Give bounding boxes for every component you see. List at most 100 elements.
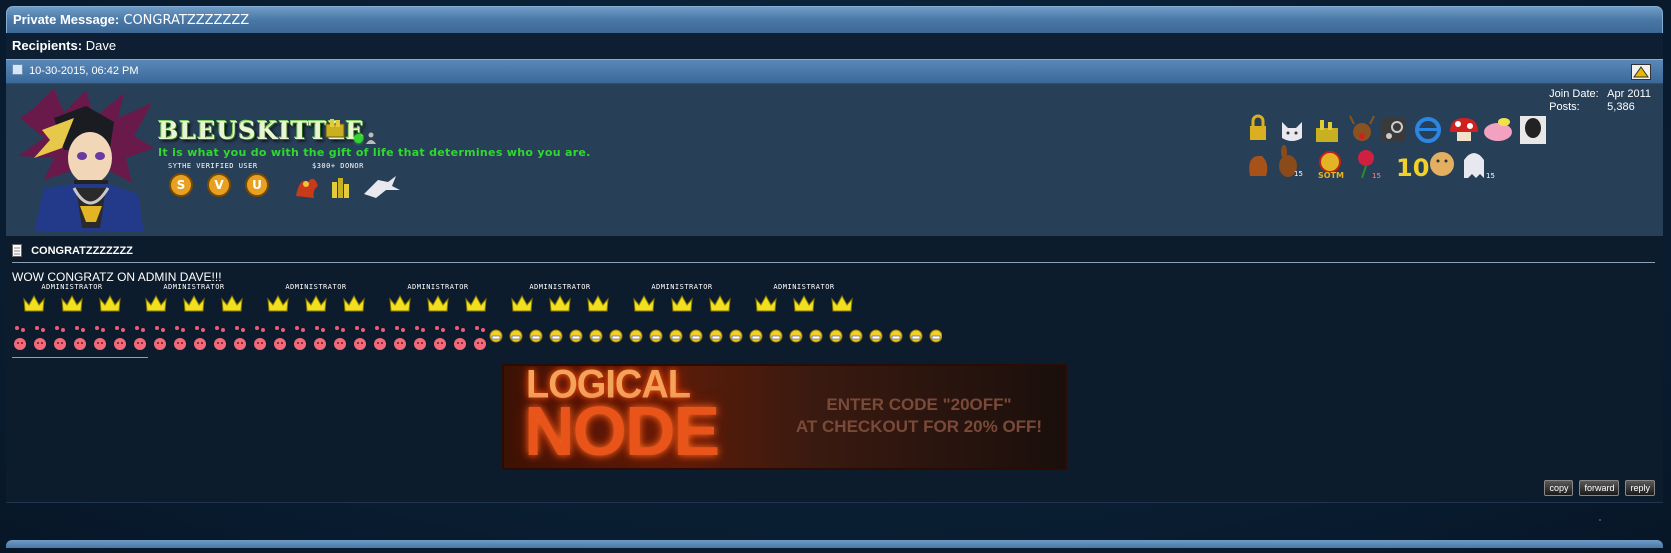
blush-emoji-icon [454, 338, 466, 350]
crown-icon [671, 294, 693, 312]
blush-emoji-icon [414, 338, 426, 350]
crown-icon [633, 294, 655, 312]
grin-emoji-icon [749, 329, 763, 343]
blush-emoji-icon [254, 338, 266, 350]
doge-icon [1430, 152, 1454, 176]
grin-emoji-icon [869, 329, 883, 343]
admin-label: ADMINISTRATOR [651, 283, 713, 291]
posts-label: Posts: [1549, 101, 1580, 113]
reindeer-icon [1349, 115, 1375, 141]
post-date: 10-30-2015, 06:42 PM [29, 65, 139, 77]
admin-label: ADMINISTRATOR [41, 283, 103, 291]
grin-emoji-icon [809, 329, 823, 343]
grin-emoji-icon [669, 329, 683, 343]
crown-row [382, 293, 494, 313]
rank-label-verified: SYTHE VERIFIED USER [168, 162, 258, 170]
heart-emoji-icon [315, 326, 325, 332]
signature-divider [12, 357, 148, 358]
admin-group: ADMINISTRATOR [504, 283, 616, 313]
heart-emoji-icon [235, 326, 245, 332]
copy-button[interactable]: copy [1544, 480, 1574, 496]
crown-icon [99, 294, 121, 312]
pm-title-label: Private Message: [13, 12, 120, 27]
blush-emoji-icon [154, 338, 166, 350]
avatar[interactable] [14, 88, 158, 232]
pm-title-bar: Private Message: CONGRATZZZZZZZ [6, 6, 1663, 33]
svg-text:U: U [252, 178, 262, 192]
grin-emoji-icon [769, 329, 783, 343]
blush-emoji-icon [174, 338, 186, 350]
blush-emoji-icon [14, 338, 26, 350]
pig-icon [1484, 118, 1512, 141]
banner-promo: ENTER CODE "20OFF" AT CHECKOUT FOR 20% O… [794, 394, 1044, 438]
heart-emoji-icon [395, 326, 405, 332]
document-icon [12, 244, 22, 257]
recipients-value[interactable]: Dave [86, 38, 116, 53]
grin-emoji-icon [629, 329, 643, 343]
message-body: CONGRATZZZZZZZ WOW CONGRATZ ON ADMIN DAV… [6, 236, 1663, 503]
heart-emoji-icon [35, 326, 45, 332]
mushroom-icon [1450, 118, 1478, 141]
grin-emoji-icon [909, 329, 923, 343]
banner-promo-line2: AT CHECKOUT FOR 20% OFF! [795, 417, 1043, 436]
blush-emoji-icon [114, 338, 126, 350]
grin-emoji-icon [609, 329, 623, 343]
blush-emoji-icon [314, 338, 326, 350]
blush-emoji-icon [434, 338, 446, 350]
grin-emoji-icon [849, 329, 863, 343]
blush-emoji-icon [294, 338, 306, 350]
crown-icon [755, 294, 777, 312]
ie-icon [1415, 117, 1441, 143]
grin-emoji-icon [549, 329, 563, 343]
heart-emoji-icon [215, 326, 225, 332]
blush-emoji-icon [394, 338, 406, 350]
crown-row [16, 293, 128, 313]
crown-icon [427, 294, 449, 312]
message-actions: copy forward reply [1544, 480, 1655, 496]
blush-emoji-icon [354, 338, 366, 350]
pm-container: Private Message: CONGRATZZZZZZZ Recipien… [6, 6, 1663, 548]
blush-emoji-icon [134, 338, 146, 350]
admin-group: ADMINISTRATOR [626, 283, 738, 313]
post-icon [12, 64, 23, 75]
rank-label-donor: $300+ DONOR [312, 162, 364, 170]
forward-button[interactable]: forward [1579, 480, 1620, 496]
heart-emoji-icon [475, 326, 485, 332]
reply-button[interactable]: reply [1625, 480, 1655, 496]
admin-label: ADMINISTRATOR [407, 283, 469, 291]
portrait-icon [1520, 116, 1546, 144]
grin-emoji-icon [649, 329, 663, 343]
grin-emoji-icon [829, 329, 843, 343]
crown-row [626, 293, 738, 313]
recipients-row: Recipients: Dave [6, 33, 1663, 59]
logical-node-banner[interactable]: LOGICAL NODE ENTER CODE "20OFF" AT CHECK… [502, 364, 1067, 470]
user-profile-icon[interactable] [366, 132, 376, 144]
crown-icon [587, 294, 609, 312]
scroll-up-icon[interactable] [1631, 64, 1651, 80]
crown-row [748, 293, 860, 313]
heart-emoji-icon [55, 326, 65, 332]
phoenix-icon [296, 178, 318, 198]
svg-text:10: 10 [1396, 154, 1429, 180]
lock-icon [1250, 114, 1266, 140]
crown-icon [709, 294, 731, 312]
heart-emoji-icon [195, 326, 205, 332]
pm-subject: CONGRATZZZZZZZ [123, 13, 250, 28]
blush-emoji-icon [94, 338, 106, 350]
crown-icon [793, 294, 815, 312]
admin-label: ADMINISTRATOR [529, 283, 591, 291]
badge-v-icon: V [207, 173, 231, 197]
crown-icon [389, 294, 411, 312]
heart-emoji-icon [115, 326, 125, 332]
user-title: It is what you do with the gift of life … [158, 146, 591, 159]
ten-icon: 10 [1396, 154, 1429, 180]
crown-row [504, 293, 616, 313]
blush-emoji-icon [74, 338, 86, 350]
badge-u-icon: U [245, 173, 269, 197]
crown-icon [465, 294, 487, 312]
heart-emoji-icon [335, 326, 345, 332]
admin-group: ADMINISTRATOR [16, 283, 128, 313]
award-icons: 15 SOTM 15 10 15 [1249, 114, 1546, 180]
grin-emoji-icon [529, 329, 543, 343]
crown-icon [511, 294, 533, 312]
